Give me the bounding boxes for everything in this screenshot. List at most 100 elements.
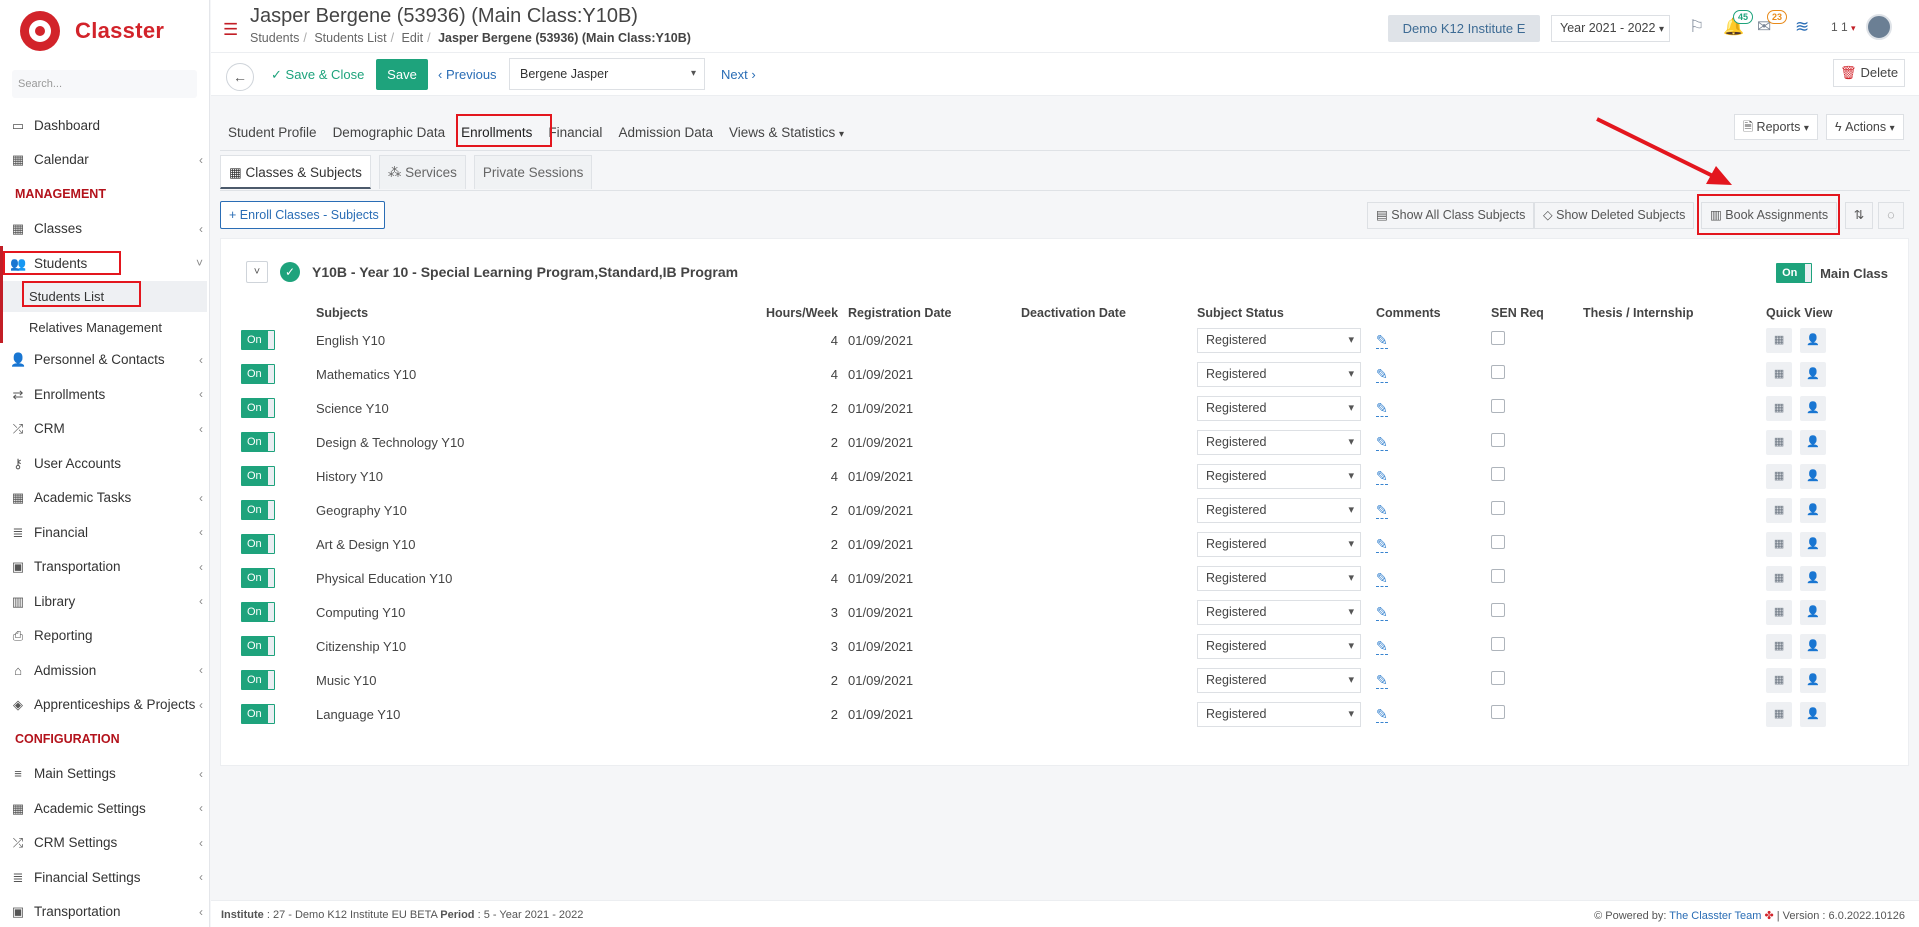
collapse-button[interactable]: ˅ (246, 261, 268, 283)
subject-status-select[interactable]: Registered (1197, 565, 1362, 591)
person-icon[interactable]: 👤 (1800, 701, 1827, 727)
subject-active-toggle[interactable]: On (241, 500, 275, 520)
sort-button[interactable]: ⇅ (1845, 202, 1873, 229)
subject-status-select[interactable]: Registered (1197, 701, 1362, 727)
save-close-button[interactable]: ✓ Save & Close (271, 67, 364, 83)
tab-enrollments[interactable]: Enrollments (453, 116, 540, 150)
user-count[interactable]: 1 1 ▾ (1831, 20, 1856, 34)
reports-button[interactable]: 🗎 Reports ▾ (1734, 114, 1818, 140)
edit-comment-icon[interactable]: ✎ (1376, 671, 1388, 689)
hint-button[interactable]: ◌ (1878, 202, 1904, 229)
subject-active-toggle[interactable]: On (241, 330, 275, 350)
sen-req-checkbox[interactable] (1491, 330, 1506, 345)
edit-comment-icon[interactable]: ✎ (1376, 331, 1388, 349)
edit-comment-icon[interactable]: ✎ (1376, 569, 1388, 587)
breadcrumb-edit[interactable]: Edit (402, 31, 424, 45)
subject-status-select[interactable]: Registered (1197, 327, 1362, 353)
book-assignments-button[interactable]: ▥ Book Assignments (1701, 202, 1838, 229)
sen-req-checkbox[interactable] (1491, 364, 1506, 379)
subject-active-toggle[interactable]: On (241, 636, 275, 656)
calendar-icon[interactable]: ▦ (1766, 531, 1793, 557)
sidebar-item-enrollments[interactable]: ⇄ Enrollments ‹ (0, 377, 209, 412)
sidebar-item-main-settings[interactable]: ≡ Main Settings ‹ (0, 757, 209, 792)
edit-comment-icon[interactable]: ✎ (1376, 433, 1388, 451)
sidebar-item-admission[interactable]: ⌂ Admission ‹ (0, 653, 209, 688)
avatar[interactable] (1866, 14, 1892, 40)
person-icon[interactable]: 👤 (1800, 633, 1827, 659)
layers-icon[interactable]: ≋ (1795, 17, 1809, 37)
sen-req-checkbox[interactable] (1491, 602, 1506, 617)
main-class-toggle-switch[interactable]: On (1776, 263, 1813, 283)
delete-button[interactable]: 🗑 Delete (1833, 59, 1905, 87)
institute-button[interactable]: Demo K12 Institute E (1388, 15, 1540, 42)
calendar-icon[interactable]: ▦ (1766, 395, 1793, 421)
sidebar-item-reporting[interactable]: ⎙ Reporting (0, 619, 209, 654)
calendar-icon[interactable]: ▦ (1766, 565, 1793, 591)
back-button[interactable]: ← (226, 63, 254, 91)
sidebar-item-personnel-contacts[interactable]: 👤 Personnel & Contacts ‹ (0, 343, 209, 378)
next-button[interactable]: Next › (721, 67, 756, 82)
subject-active-toggle[interactable]: On (241, 398, 275, 418)
subject-active-toggle[interactable]: On (241, 602, 275, 622)
sidebar-item-apprenticeships-projects[interactable]: ◈ Apprenticeships & Projects ‹ (0, 688, 209, 723)
sidebar-item-classes[interactable]: ▦ Classes ‹ (0, 212, 209, 247)
sidebar-item-academic-settings[interactable]: ▦ Academic Settings ‹ (0, 791, 209, 826)
menu-toggle-icon[interactable]: ☰ (223, 20, 238, 40)
previous-button[interactable]: ‹ Previous (438, 67, 497, 82)
subject-status-select[interactable]: Registered (1197, 395, 1362, 421)
calendar-icon[interactable]: ▦ (1766, 497, 1793, 523)
person-icon[interactable]: 👤 (1800, 667, 1827, 693)
flag-icon[interactable]: ⚐ (1689, 17, 1704, 37)
subject-active-toggle[interactable]: On (241, 432, 275, 452)
sidebar-subitem-relatives[interactable]: Relatives Management (3, 312, 209, 343)
person-icon[interactable]: 👤 (1800, 429, 1827, 455)
person-icon[interactable]: 👤 (1800, 599, 1827, 625)
subject-status-select[interactable]: Registered (1197, 463, 1362, 489)
edit-comment-icon[interactable]: ✎ (1376, 637, 1388, 655)
calendar-icon[interactable]: ▦ (1766, 701, 1793, 727)
calendar-icon[interactable]: ▦ (1766, 667, 1793, 693)
tab-student-profile[interactable]: Student Profile (220, 116, 325, 150)
person-icon[interactable]: 👤 (1800, 327, 1827, 353)
main-class-toggle[interactable]: On Main Class (1776, 263, 1888, 283)
logo[interactable]: Classter (0, 0, 209, 62)
edit-comment-icon[interactable]: ✎ (1376, 399, 1388, 417)
person-icon[interactable]: 👤 (1800, 395, 1827, 421)
tab-admission-data[interactable]: Admission Data (610, 116, 721, 150)
save-button[interactable]: Save (376, 59, 428, 90)
tab-demographic-data[interactable]: Demographic Data (325, 116, 454, 150)
sen-req-checkbox[interactable] (1491, 500, 1506, 515)
sidebar-item-dashboard[interactable]: ▭ Dashboard (0, 108, 209, 143)
sidebar-item-financial[interactable]: ≣ Financial ‹ (0, 515, 209, 550)
subject-active-toggle[interactable]: On (241, 670, 275, 690)
sen-req-checkbox[interactable] (1491, 670, 1506, 685)
subject-status-select[interactable]: Registered (1197, 599, 1362, 625)
calendar-icon[interactable]: ▦ (1766, 463, 1793, 489)
subject-active-toggle[interactable]: On (241, 568, 275, 588)
footer-team-link[interactable]: The Classter Team (1669, 910, 1761, 922)
subject-active-toggle[interactable]: On (241, 534, 275, 554)
person-icon[interactable]: 👤 (1800, 497, 1827, 523)
sen-req-checkbox[interactable] (1491, 432, 1506, 447)
sen-req-checkbox[interactable] (1491, 636, 1506, 651)
sen-req-checkbox[interactable] (1491, 568, 1506, 583)
edit-comment-icon[interactable]: ✎ (1376, 603, 1388, 621)
edit-comment-icon[interactable]: ✎ (1376, 535, 1388, 553)
sidebar-search-input[interactable]: Search... (12, 70, 197, 98)
subtab-private-sessions[interactable]: Private Sessions (473, 155, 593, 189)
subject-status-select[interactable]: Registered (1197, 667, 1362, 693)
subject-status-select[interactable]: Registered (1197, 429, 1362, 455)
tab-views-statistics[interactable]: Views & Statistics ▾ (721, 116, 852, 150)
sen-req-checkbox[interactable] (1491, 398, 1506, 413)
calendar-icon[interactable]: ▦ (1766, 361, 1793, 387)
subject-status-select[interactable]: Registered (1197, 633, 1362, 659)
breadcrumb-students[interactable]: Students (250, 31, 299, 45)
calendar-icon[interactable]: ▦ (1766, 633, 1793, 659)
show-all-class-subjects-button[interactable]: ▤ Show All Class Subjects (1367, 202, 1535, 229)
person-icon[interactable]: 👤 (1800, 565, 1827, 591)
sen-req-checkbox[interactable] (1491, 466, 1506, 481)
sen-req-checkbox[interactable] (1491, 704, 1506, 719)
student-select[interactable]: Bergene Jasper ▾ (509, 58, 705, 90)
tab-financial[interactable]: Financial (540, 116, 610, 150)
edit-comment-icon[interactable]: ✎ (1376, 365, 1388, 383)
